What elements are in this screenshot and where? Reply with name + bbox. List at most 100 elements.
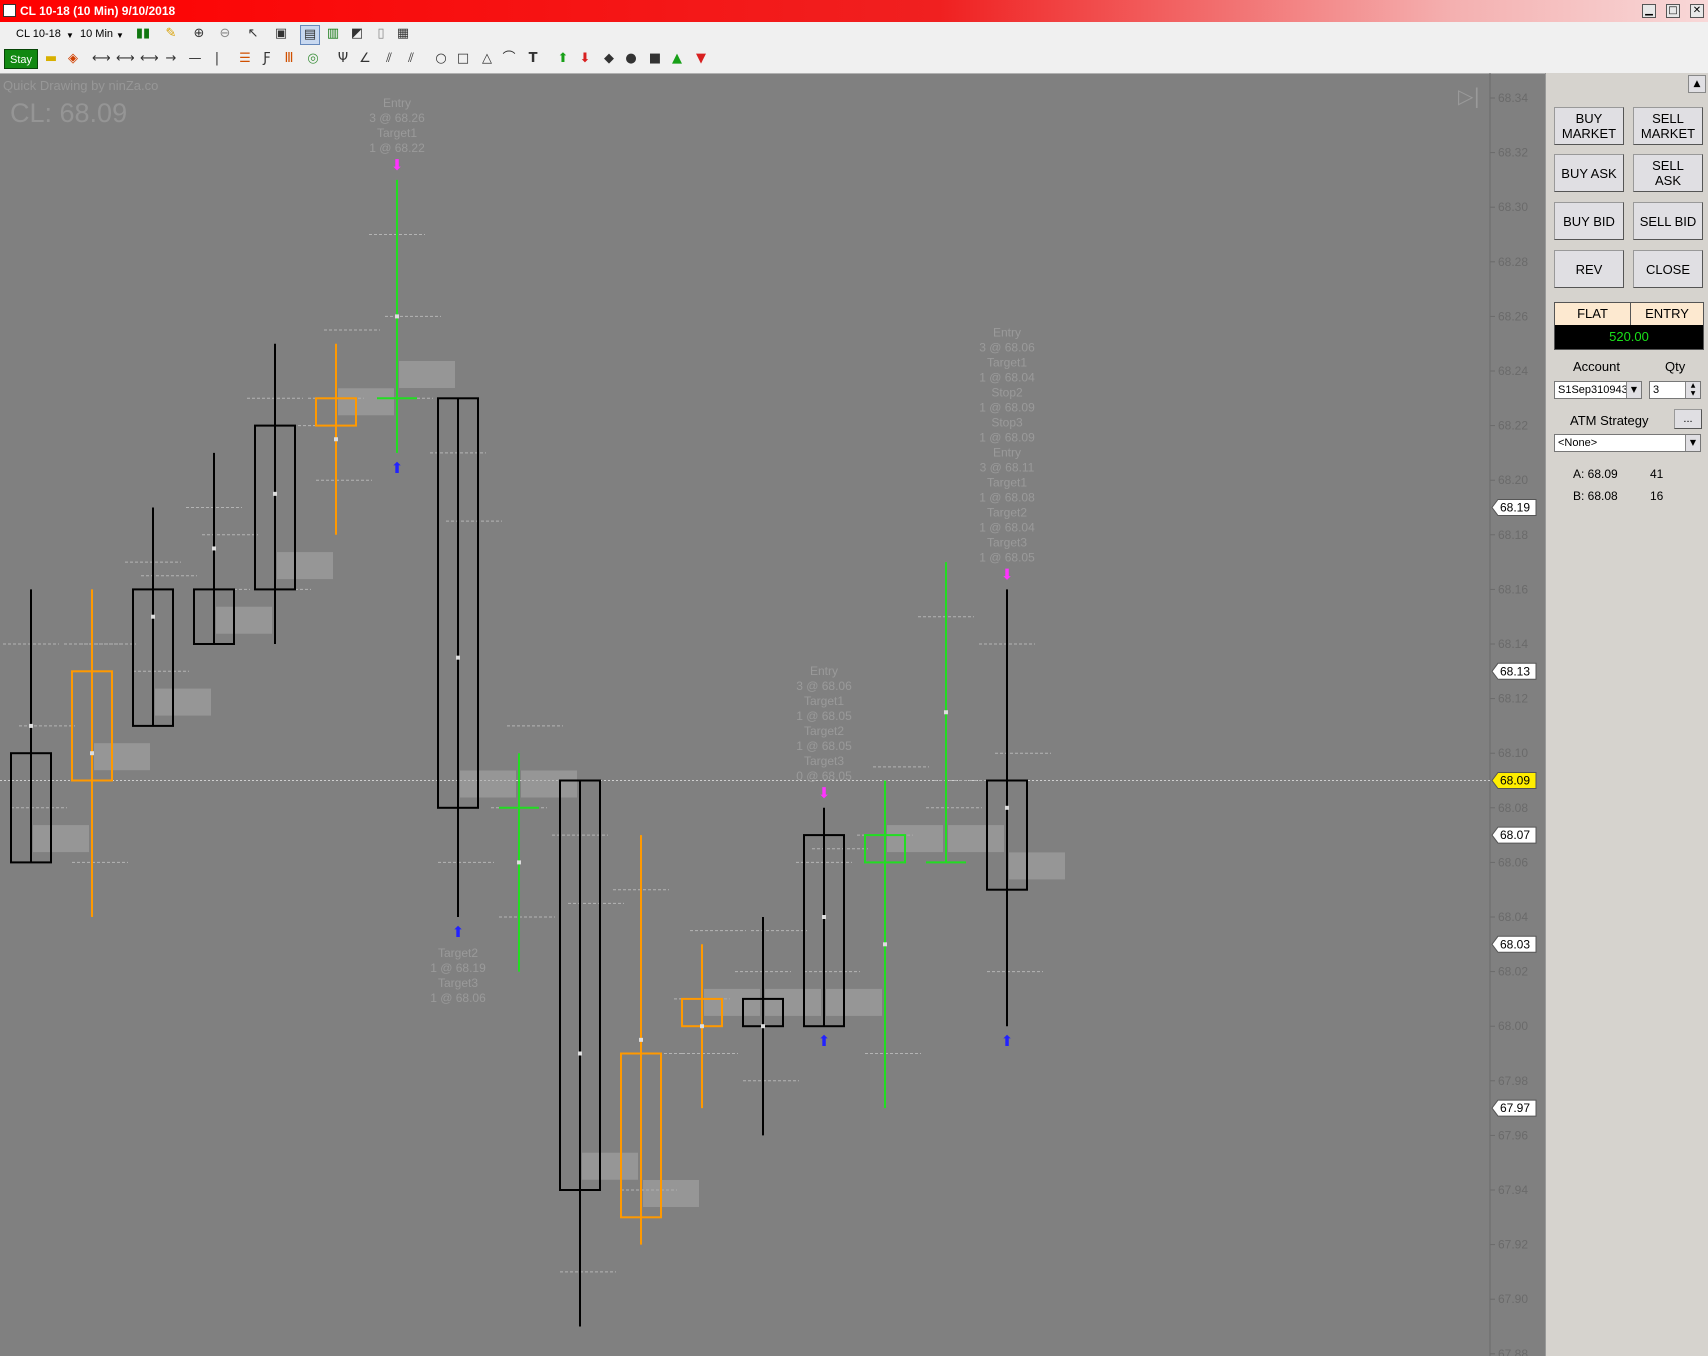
extended-line-icon[interactable]: ⟷ bbox=[116, 50, 135, 68]
trade-annotation-text: 0 @ 68.05 bbox=[796, 769, 852, 783]
minimize-button[interactable]: ▁ bbox=[1642, 4, 1656, 18]
chevron-down-icon[interactable]: ▼ bbox=[116, 31, 124, 40]
trade-annotation-text: Target3 bbox=[804, 754, 844, 768]
quantity-stepper[interactable]: ▲ ▼ bbox=[1685, 382, 1700, 398]
atm-strategy-select[interactable]: <None> ▼ bbox=[1554, 434, 1701, 452]
price-marker-label: 68.13 bbox=[1500, 664, 1530, 678]
buy-ask-button[interactable]: BUY ASK bbox=[1554, 154, 1624, 192]
qty-input[interactable]: 3 ▲ ▼ bbox=[1649, 381, 1701, 399]
chart-canvas[interactable]: 68.34 68.32 68.30 68.28 68.26 68.24 68.22 68.20… bbox=[0, 73, 1545, 1356]
bar-type-icon[interactable]: ▮▮ bbox=[134, 25, 152, 43]
trade-annotation-text: 1 @ 68.09 bbox=[979, 430, 1035, 444]
zoom-in-icon[interactable]: ⊕ bbox=[190, 25, 208, 43]
candle-marker-dot bbox=[273, 491, 277, 496]
gann-fan-icon[interactable]: ∠ bbox=[356, 50, 374, 68]
buy-arrow-icon: ⬆ bbox=[391, 459, 404, 477]
trade-annotation-text: Entry bbox=[383, 96, 411, 110]
buy-arrow-icon: ⬆ bbox=[1001, 1032, 1014, 1050]
vertical-bar-icon[interactable]: | bbox=[208, 50, 226, 68]
candle-marker-dot bbox=[517, 860, 521, 865]
diamond-icon[interactable]: ◆ bbox=[600, 50, 618, 68]
instrument-selector[interactable]: CL 10-18 bbox=[16, 28, 61, 40]
maximize-button[interactable]: □ bbox=[1666, 4, 1680, 18]
axis-tick-label: 68.06 bbox=[1498, 855, 1528, 869]
horizontal-line-icon[interactable]: → bbox=[162, 50, 180, 68]
indicators-icon[interactable]: ▥ bbox=[324, 25, 342, 43]
sell-bid-button[interactable]: SELL BID bbox=[1633, 202, 1703, 240]
chart-toolbar: CL 10-18 ▼ 10 Min ▼ ▮▮ ✎ ⊕ ⊖ ↖ ▣ ▤ ▥ ◩ ▯… bbox=[0, 22, 1708, 47]
atm-strategy-value: <None> bbox=[1558, 437, 1598, 449]
arrow-line-icon[interactable]: ⟷ bbox=[140, 50, 159, 68]
chart-watermark: Quick Drawing by ninZa.co bbox=[3, 78, 159, 93]
buy-bid-label: BUY BID bbox=[1563, 213, 1615, 229]
trade-annotation-text: Target1 bbox=[804, 694, 844, 708]
triangle-icon[interactable]: △ bbox=[478, 50, 496, 68]
vertical-line-icon[interactable]: — bbox=[186, 50, 204, 68]
arrow-down-icon[interactable]: ⬇ bbox=[576, 50, 594, 68]
symbol-price-label: CL: 68.09 bbox=[10, 98, 128, 128]
fibonacci-retracement-icon[interactable]: ☰ bbox=[236, 50, 254, 68]
square-icon[interactable]: ■ bbox=[646, 50, 664, 68]
risk-reward-icon[interactable]: ◈ bbox=[64, 50, 82, 68]
scroll-to-end-icon[interactable]: ▷| bbox=[1458, 84, 1480, 108]
fibonacci-time-icon[interactable]: Ⅲ bbox=[280, 50, 298, 68]
trade-annotation-text: 3 @ 68.26 bbox=[369, 111, 425, 125]
sell-market-label: SELL MARKET bbox=[1640, 111, 1696, 141]
trade-annotation-text: 3 @ 68.06 bbox=[979, 340, 1035, 354]
interval-selector[interactable]: 10 Min bbox=[80, 28, 113, 40]
sell-market-button[interactable]: SELL MARKET bbox=[1633, 107, 1703, 145]
andrews-pitchfork-icon[interactable]: Ψ bbox=[334, 50, 352, 68]
candle-marker-dot bbox=[334, 437, 338, 442]
atm-strategy-more-button[interactable]: ... bbox=[1674, 409, 1702, 429]
triangle-down-icon[interactable]: ▼ bbox=[692, 50, 710, 68]
dot-icon[interactable]: ● bbox=[622, 50, 640, 68]
regression-channel-icon[interactable]: ⫽ bbox=[380, 50, 398, 68]
sell-ask-button[interactable]: SELL ASK bbox=[1633, 154, 1703, 192]
profile-block bbox=[1009, 852, 1065, 880]
axis-tick-label: 68.00 bbox=[1498, 1019, 1528, 1033]
text-icon[interactable]: T bbox=[524, 50, 542, 68]
chevron-down-icon[interactable]: ▼ bbox=[66, 31, 74, 40]
fibonacci-circle-icon[interactable]: ◎ bbox=[304, 50, 322, 68]
axis-tick-label: 67.88 bbox=[1498, 1347, 1528, 1356]
trend-channel-icon[interactable]: ⫽ bbox=[402, 50, 420, 68]
triangle-up-icon[interactable]: ▲ bbox=[668, 50, 686, 68]
price-chart[interactable]: 68.34 68.32 68.30 68.28 68.26 68.24 68.22 68.20… bbox=[0, 73, 1537, 1356]
close-position-button[interactable]: CLOSE bbox=[1633, 250, 1703, 288]
trade-annotation-text: Target3 bbox=[987, 535, 1027, 549]
ruler-icon[interactable]: ▬ bbox=[42, 50, 60, 68]
axis-tick-label: 67.94 bbox=[1498, 1183, 1528, 1197]
stay-button[interactable]: Stay bbox=[4, 49, 38, 69]
account-label: Account bbox=[1573, 359, 1620, 374]
price-marker-label: 68.03 bbox=[1500, 937, 1530, 951]
chevron-down-icon[interactable]: ▼ bbox=[1626, 382, 1641, 398]
scroll-up-icon[interactable]: ▲ bbox=[1688, 75, 1706, 93]
fibonacci-extension-icon[interactable]: Ƒ bbox=[258, 50, 276, 68]
close-window-button[interactable]: ✕ bbox=[1690, 4, 1704, 18]
templates-icon[interactable]: ▦ bbox=[394, 25, 412, 43]
properties-icon[interactable]: ▯ bbox=[372, 25, 390, 43]
data-box-icon[interactable]: ▣ bbox=[272, 25, 290, 43]
arrow-up-icon[interactable]: ⬆ bbox=[554, 50, 572, 68]
pencil-icon[interactable]: ✎ bbox=[162, 25, 180, 43]
price-marker-label: 68.09 bbox=[1500, 774, 1530, 788]
strategies-icon[interactable]: ◩ bbox=[348, 25, 366, 43]
buy-bid-button[interactable]: BUY BID bbox=[1554, 202, 1624, 240]
ray-icon[interactable]: ⟷ bbox=[92, 50, 111, 68]
sell-ask-label: SELL ASK bbox=[1652, 158, 1684, 188]
ellipse-icon[interactable]: ○ bbox=[432, 50, 450, 68]
reverse-button[interactable]: REV bbox=[1554, 250, 1624, 288]
arc-icon[interactable]: ⌒ bbox=[500, 50, 518, 68]
axis-tick-label: 68.28 bbox=[1498, 255, 1528, 269]
pointer-icon[interactable]: ↖ bbox=[244, 25, 262, 43]
qty-value: 3 bbox=[1653, 384, 1660, 396]
profile-block bbox=[826, 988, 882, 1016]
account-select[interactable]: S1Sep310943 ▼ bbox=[1554, 381, 1642, 399]
chevron-down-icon[interactable]: ▼ bbox=[1685, 435, 1700, 451]
candle-marker-dot bbox=[395, 314, 399, 319]
chart-trader-icon[interactable]: ▤ bbox=[300, 25, 320, 45]
zoom-out-icon[interactable]: ⊖ bbox=[216, 25, 234, 43]
buy-market-button[interactable]: BUY MARKET bbox=[1554, 107, 1624, 145]
rectangle-icon[interactable]: □ bbox=[454, 50, 472, 68]
profile-block bbox=[521, 770, 577, 798]
